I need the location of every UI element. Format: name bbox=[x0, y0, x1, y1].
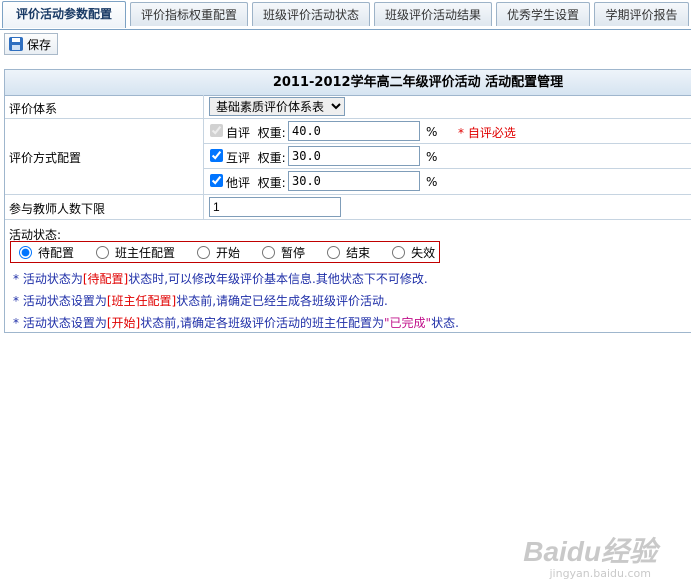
status-option-pending[interactable]: 待配置 bbox=[17, 244, 74, 261]
min-teachers-input[interactable] bbox=[209, 197, 341, 217]
baidu-watermark: Baidu经验 bbox=[523, 536, 657, 567]
note-3: * 活动状态设置为[开始]状态前,请确定各班级评价活动的班主任配置为"已完成"状… bbox=[13, 316, 459, 330]
self-eval-required-note: * 自评必选 bbox=[458, 126, 516, 140]
method-row: 评价方式配置 自评 权重: % * 自评必选 互评 权重: % 他评 权重: % bbox=[5, 119, 691, 195]
other-eval-label: 他评 权重: bbox=[226, 176, 286, 190]
system-row: 评价体系 基础素质评价体系表 bbox=[5, 95, 691, 119]
save-button[interactable]: 保存 bbox=[4, 33, 58, 55]
self-eval-label: 自评 权重: bbox=[226, 126, 286, 140]
status-radio-pause[interactable] bbox=[262, 245, 276, 259]
tab-bar: 评价活动参数配置 评价指标权重配置 班级评价活动状态 班级评价活动结果 优秀学生… bbox=[0, 0, 691, 30]
min-teachers-row: 参与教师人数下限 bbox=[5, 195, 691, 220]
tab-class-activity-status[interactable]: 班级评价活动状态 bbox=[252, 2, 370, 26]
peer-eval-checkbox[interactable] bbox=[210, 149, 223, 162]
note-1: * 活动状态为[待配置]状态时,可以修改年级评价基本信息.其他状态下不可修改. bbox=[13, 272, 428, 286]
status-option-end[interactable]: 结束 bbox=[325, 244, 370, 261]
status-option-invalid[interactable]: 失效 bbox=[390, 244, 435, 261]
min-teachers-label: 参与教师人数下限 bbox=[9, 202, 106, 216]
status-radio-pending[interactable] bbox=[19, 245, 32, 259]
status-option-class-teacher[interactable]: 班主任配置 bbox=[94, 244, 175, 261]
config-panel: 2011-2012学年高二年级评价活动 活动配置管理 评价体系 基础素质评价体系… bbox=[4, 69, 691, 333]
tab-activity-params[interactable]: 评价活动参数配置 bbox=[2, 1, 126, 28]
self-eval-weight-input[interactable] bbox=[288, 121, 420, 141]
self-eval-row: 自评 权重: % * 自评必选 bbox=[204, 119, 691, 144]
status-radio-end[interactable] bbox=[327, 245, 341, 259]
save-icon bbox=[9, 37, 23, 51]
other-eval-checkbox[interactable] bbox=[210, 174, 223, 187]
status-option-pause[interactable]: 暂停 bbox=[260, 244, 305, 261]
note-2: * 活动状态设置为[班主任配置]状态前,请确定已经生成各班级评价活动. bbox=[13, 294, 388, 308]
tab-indicator-weights[interactable]: 评价指标权重配置 bbox=[130, 2, 248, 26]
peer-eval-unit: % bbox=[426, 150, 438, 164]
save-button-label: 保存 bbox=[27, 37, 52, 52]
other-eval-row: 他评 权重: % bbox=[204, 169, 691, 194]
status-radio-start[interactable] bbox=[197, 245, 211, 259]
status-option-start[interactable]: 开始 bbox=[195, 244, 240, 261]
baidu-watermark-url: jingyan.baidu.com bbox=[549, 567, 651, 580]
status-radio-group: 待配置 班主任配置 开始 暂停 结束 失效 bbox=[10, 241, 440, 263]
system-label: 评价体系 bbox=[9, 102, 58, 116]
peer-eval-label: 互评 权重: bbox=[226, 151, 286, 165]
tab-class-activity-results[interactable]: 班级评价活动结果 bbox=[374, 2, 492, 26]
self-eval-checkbox[interactable] bbox=[210, 124, 223, 137]
status-radio-invalid[interactable] bbox=[392, 245, 406, 259]
panel-title: 2011-2012学年高二年级评价活动 活动配置管理 bbox=[5, 70, 691, 96]
method-label: 评价方式配置 bbox=[9, 151, 82, 165]
tab-excellent-students[interactable]: 优秀学生设置 bbox=[496, 2, 590, 26]
system-select[interactable]: 基础素质评价体系表 bbox=[209, 97, 345, 116]
other-eval-unit: % bbox=[426, 175, 438, 189]
status-radio-class-teacher[interactable] bbox=[96, 245, 110, 259]
other-eval-weight-input[interactable] bbox=[288, 171, 420, 191]
tab-semester-report[interactable]: 学期评价报告 bbox=[594, 2, 689, 26]
peer-eval-weight-input[interactable] bbox=[288, 146, 420, 166]
peer-eval-row: 互评 权重: % bbox=[204, 144, 691, 169]
self-eval-unit: % bbox=[426, 125, 438, 139]
